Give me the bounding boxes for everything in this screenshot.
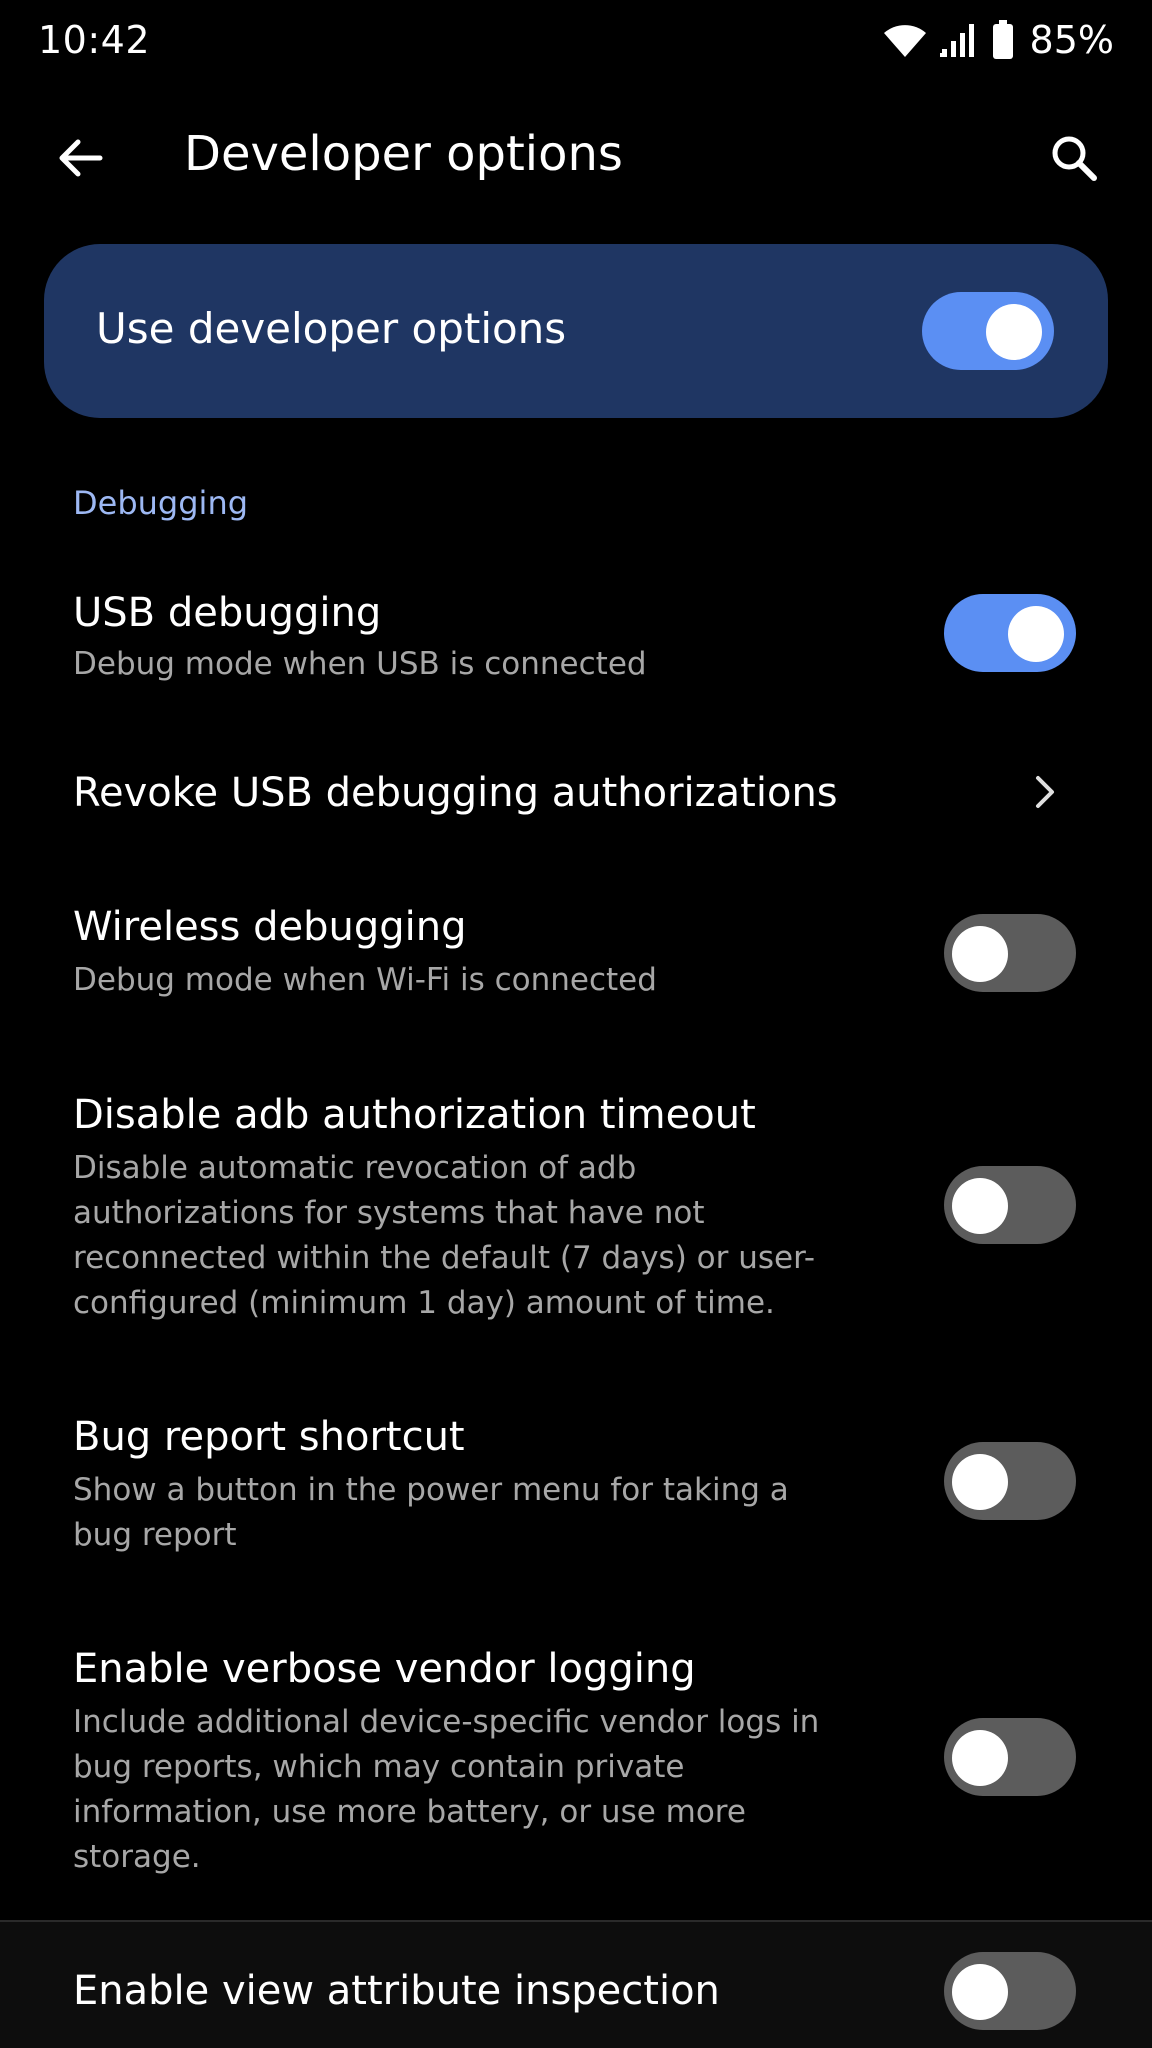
pref-title: Bug report shortcut	[73, 1414, 465, 1460]
developer-options-screen: 10:42 85% Developer options Use develope…	[0, 0, 1152, 2048]
switch-knob	[952, 1178, 1008, 1234]
arrow-back-icon	[59, 139, 103, 177]
pref-bug-report-shortcut[interactable]: Bug report shortcut Show a button in the…	[0, 1404, 1152, 1564]
pref-title: Revoke USB debugging authorizations	[73, 770, 838, 816]
page-title: Developer options	[184, 126, 623, 182]
top-app-bar: Developer options	[0, 100, 1152, 210]
back-button[interactable]	[40, 118, 120, 198]
pref-disable-adb-authorization-timeout[interactable]: Disable adb authorization timeout Disabl…	[0, 1082, 1152, 1332]
disable-adb-timeout-switch[interactable]	[944, 1166, 1076, 1244]
bug-report-shortcut-switch[interactable]	[944, 1442, 1076, 1520]
view-attribute-inspection-switch[interactable]	[944, 1952, 1076, 2030]
switch-knob	[1008, 606, 1064, 662]
pref-summary: Debug mode when Wi-Fi is connected	[73, 962, 657, 998]
use-developer-options-label: Use developer options	[96, 304, 567, 353]
pref-summary: Debug mode when USB is connected	[73, 646, 647, 682]
verbose-vendor-logging-switch[interactable]	[944, 1718, 1076, 1796]
switch-knob	[952, 926, 1008, 982]
pref-title: USB debugging	[73, 590, 382, 636]
pref-usb-debugging[interactable]: USB debugging Debug mode when USB is con…	[0, 580, 1152, 720]
status-time: 10:42	[38, 18, 151, 62]
usb-debugging-switch[interactable]	[944, 594, 1076, 672]
wireless-debugging-switch[interactable]	[944, 914, 1076, 992]
switch-knob	[952, 1730, 1008, 1786]
pref-summary: Include additional device-specific vendo…	[73, 1704, 820, 1875]
status-icons: 85%	[882, 18, 1114, 62]
switch-knob	[952, 1454, 1008, 1510]
pref-title: Wireless debugging	[73, 904, 467, 950]
pref-view-attribute-inspection[interactable]: Enable view attribute inspection	[0, 1922, 1152, 2048]
pref-title: Enable view attribute inspection	[73, 1968, 720, 2014]
pref-title: Enable verbose vendor logging	[73, 1646, 696, 1692]
pref-revoke-usb-authorizations[interactable]: Revoke USB debugging authorizations	[0, 760, 1152, 870]
cellular-signal-icon	[939, 21, 980, 59]
wifi-icon	[882, 21, 928, 59]
switch-knob	[986, 304, 1042, 360]
switch-knob	[952, 1964, 1008, 2020]
search-icon	[1052, 136, 1097, 181]
use-developer-options-card[interactable]: Use developer options	[44, 244, 1108, 418]
pref-summary: Show a button in the power menu for taki…	[73, 1472, 789, 1553]
pref-verbose-vendor-logging[interactable]: Enable verbose vendor logging Include ad…	[0, 1636, 1152, 1886]
use-developer-options-switch[interactable]	[922, 292, 1054, 370]
pref-title: Disable adb authorization timeout	[73, 1092, 756, 1138]
chevron-right-icon	[1036, 776, 1054, 808]
pref-wireless-debugging[interactable]: Wireless debugging Debug mode when Wi-Fi…	[0, 894, 1152, 1034]
search-button[interactable]	[1034, 118, 1114, 198]
pref-summary: Disable automatic revocation of adb auth…	[73, 1150, 816, 1321]
battery-percentage: 85%	[1029, 18, 1114, 62]
status-bar: 10:42 85%	[0, 0, 1152, 80]
battery-icon	[992, 20, 1014, 60]
section-header-debugging: Debugging	[73, 484, 249, 522]
